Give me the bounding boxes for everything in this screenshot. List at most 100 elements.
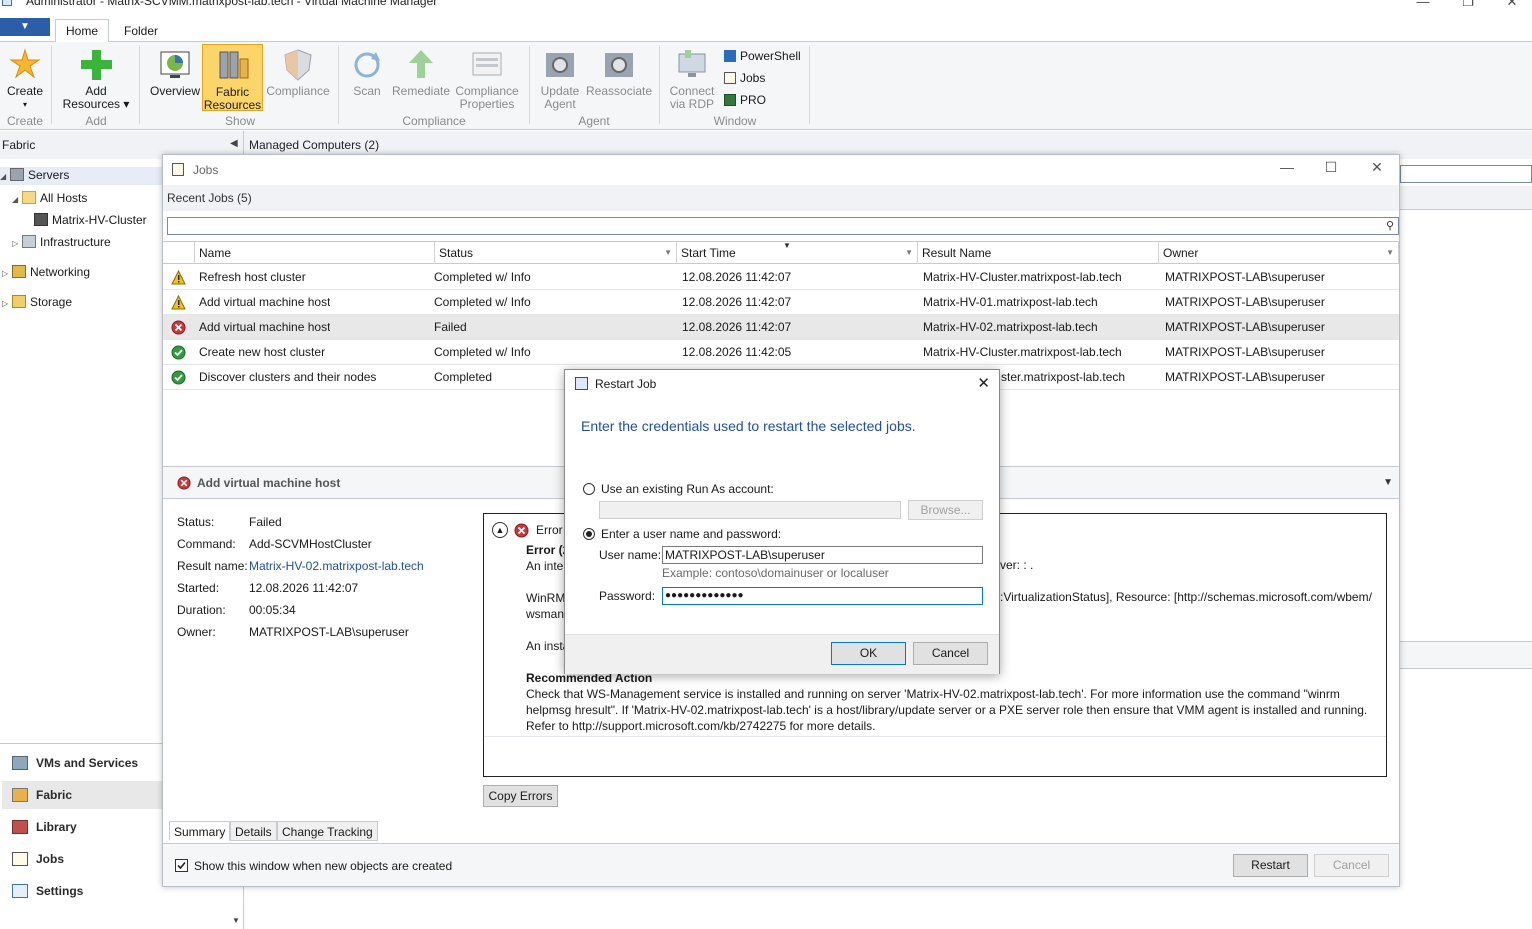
rdp-monitor-icon (675, 48, 709, 82)
filter-dropdown-icon[interactable]: ▼ (905, 242, 913, 264)
search-icon[interactable]: ⚲ (1386, 219, 1394, 232)
scan-button[interactable]: Scan (346, 44, 388, 108)
tab-home[interactable]: Home (55, 19, 110, 43)
column-header-icon[interactable] (163, 242, 195, 264)
tree-item-servers[interactable]: ◢ Servers (0, 167, 162, 185)
ok-button[interactable]: OK (831, 642, 906, 665)
filter-dropdown-icon[interactable]: ▼ (664, 242, 672, 264)
jobs-ribbon-button[interactable]: Jobs (724, 70, 765, 86)
dialog-icon (575, 377, 588, 390)
restore-button[interactable]: ❐ (1453, 0, 1483, 10)
pro-button[interactable]: PRO (724, 92, 766, 108)
table-row[interactable]: Refresh host cluster Completed w/ Info 1… (163, 265, 1399, 290)
username-field[interactable]: MATRIXPOST-LAB\superuser (662, 546, 983, 564)
fabric-resources-button[interactable]: Fabric Resources (202, 44, 263, 112)
copy-errors-button[interactable]: Copy Errors (483, 785, 558, 807)
jobs-close-button[interactable]: ✕ (1362, 159, 1392, 176)
tree-item-storage[interactable]: ▷ Storage (2, 294, 72, 312)
workspace-library[interactable]: Library (2, 813, 162, 841)
error-icon (514, 523, 529, 538)
jobs-title-bar: Jobs — ☐ ✕ (163, 155, 1399, 185)
expand-arrow-icon[interactable]: ◢ (0, 169, 10, 185)
ribbon: Create ▾ Create Add Resources ▾ Add Over… (0, 42, 1532, 130)
collapse-arrow-icon[interactable]: ▷ (2, 266, 12, 282)
jobs-search-input[interactable]: ⚲ (167, 217, 1399, 235)
radio-user-password[interactable]: Enter a user name and password: (583, 527, 781, 541)
tree-item-all-hosts[interactable]: ◢ All Hosts (12, 190, 87, 208)
compliance-properties-button[interactable]: Compliance Properties (452, 44, 522, 111)
collapse-nav-icon[interactable]: ◀ (230, 138, 238, 149)
column-header-owner[interactable]: Owner ▼ (1159, 242, 1399, 264)
password-field[interactable]: ●●●●●●●●●●●●● (662, 587, 983, 605)
column-header-result-name[interactable]: Result Name (918, 242, 1159, 264)
checkbox-checked-icon[interactable] (175, 859, 188, 872)
tab-details[interactable]: Details (230, 821, 277, 841)
expand-arrow-icon[interactable]: ◢ (12, 192, 22, 208)
tab-summary[interactable]: Summary (169, 821, 231, 841)
jobs-maximize-button[interactable]: ☐ (1316, 159, 1346, 176)
update-agent-button[interactable]: Update Agent (536, 44, 584, 111)
collapse-chevron-up-icon[interactable]: ▲ (492, 522, 508, 538)
jobs-minimize-button[interactable]: — (1272, 159, 1302, 175)
scroll-down-icon[interactable]: ▼ (232, 916, 240, 925)
compliance-button[interactable]: Compliance (264, 44, 332, 108)
ribbon-tabs: ▼ Home Folder (0, 16, 1532, 43)
add-resources-button[interactable]: Add Resources ▾ (60, 44, 132, 111)
tab-folder[interactable]: Folder (114, 20, 168, 42)
tab-change-tracking[interactable]: Change Tracking (277, 821, 378, 841)
detail-result-name: Result name:Matrix-HV-02.matrixpost-lab.… (177, 559, 424, 573)
powershell-button[interactable]: PowerShell (724, 48, 801, 64)
reassociate-button[interactable]: Reassociate (586, 44, 652, 108)
create-button[interactable]: Create ▾ (4, 44, 46, 109)
title-bar: Administrator - Matrix-SCVMM.matrixpost-… (0, 0, 1532, 16)
close-button[interactable]: ✕ (1497, 0, 1527, 10)
workspace-settings[interactable]: Settings (2, 877, 162, 905)
column-header-name[interactable]: Name (195, 242, 435, 264)
tree-item-infrastructure[interactable]: ▷ Infrastructure (12, 234, 111, 252)
cancel-button[interactable]: Cancel (1314, 854, 1389, 877)
settings-check-icon (12, 884, 28, 898)
restart-button[interactable]: Restart (1233, 854, 1308, 877)
radio-on-icon[interactable] (583, 528, 595, 540)
browse-button[interactable]: Browse... (908, 500, 983, 520)
dialog-title-bar: Restart Job ✕ (565, 370, 999, 398)
collapse-arrow-icon[interactable]: ▷ (12, 236, 22, 252)
detail-started: Started: 12.08.2026 11:42:07 (177, 581, 359, 595)
tree-item-cluster[interactable]: Matrix-HV-Cluster (34, 212, 147, 228)
tree-item-networking[interactable]: ▷ Networking (2, 264, 90, 282)
main-search-input[interactable] (1400, 165, 1532, 183)
minimize-button[interactable]: — (1408, 0, 1438, 9)
table-row[interactable]: Add virtual machine host Completed w/ In… (163, 290, 1399, 315)
error-title: Error (536, 523, 563, 537)
workspace-jobs[interactable]: Jobs (2, 845, 162, 873)
radio-off-icon[interactable] (583, 483, 595, 495)
recommended-action-text-2: helpmsg hresult". If 'Matrix-HV-02.matri… (526, 703, 1368, 717)
create-star-icon (8, 48, 42, 82)
dialog-cancel-button[interactable]: Cancel (913, 642, 988, 665)
table-row[interactable]: Create new host cluster Completed w/ Inf… (163, 340, 1399, 365)
overview-button[interactable]: Overview (148, 44, 202, 108)
recommended-action-text-3: Refer to http://support.microsoft.com/kb… (526, 719, 876, 733)
fabric-icon (12, 788, 28, 802)
result-link[interactable]: Matrix-HV-02.matrixpost-lab.tech (249, 559, 424, 573)
dialog-close-icon[interactable]: ✕ (977, 374, 990, 392)
chevron-down-icon[interactable]: ▼ (1383, 467, 1393, 499)
pro-icon (724, 94, 736, 106)
group-label-add: Add (85, 114, 107, 128)
show-window-checkbox[interactable]: Show this window when new objects are cr… (175, 859, 452, 873)
workspace-fabric[interactable]: Fabric (2, 781, 162, 809)
update-agent-gear-icon (543, 48, 577, 82)
table-row[interactable]: Add virtual machine host Failed 12.08.20… (163, 315, 1399, 340)
file-menu-button[interactable]: ▼ (0, 18, 50, 36)
networking-icon (12, 265, 26, 278)
column-header-start-time[interactable]: Start Time ▼ ▼ (677, 241, 918, 264)
add-plus-icon (79, 48, 113, 82)
workspace-vms-and-services[interactable]: VMs and Services (2, 749, 162, 777)
column-header-status[interactable]: Status ▼ (435, 242, 677, 264)
remediate-button[interactable]: Remediate (390, 44, 452, 108)
filter-dropdown-icon[interactable]: ▼ (1386, 242, 1394, 264)
collapse-arrow-icon[interactable]: ▷ (2, 296, 12, 312)
connect-rdp-button[interactable]: Connect via RDP (664, 44, 720, 111)
radio-run-as-account[interactable]: Use an existing Run As account: (583, 482, 774, 496)
compliance-shield-icon (281, 48, 315, 82)
